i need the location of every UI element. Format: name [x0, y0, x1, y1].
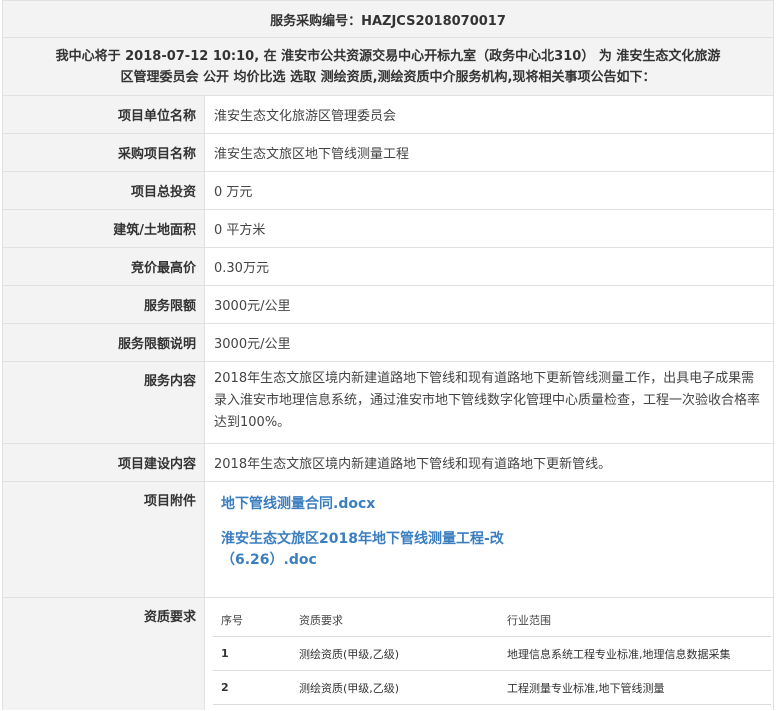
table-cell: 地理信息系统工程专业标准,地理信息数据采集: [499, 636, 771, 671]
row-value: 2018年生态文旅区境内新建道路地下管线和现有道路地下更新管线测量工作，出具电子…: [214, 371, 761, 430]
notice-text: 我中心将于 2018-07-12 10:10, 在 淮安市公共资源交易中心开标九…: [3, 38, 773, 96]
row-label: 项目建设内容: [3, 444, 205, 481]
table-cell: 测绘资质(甲级,乙级): [291, 670, 499, 705]
attachment-list: 地下管线测量合同.docx 淮安生态文旅区2018年地下管线测量工程-改 （6.…: [205, 482, 773, 571]
column-header: 行业范围: [499, 603, 771, 637]
row-label: 竞价最高价: [3, 248, 205, 285]
row-value: 0 万元: [214, 185, 253, 200]
column-header: 资质要求: [291, 603, 499, 637]
row-area: 建筑/土地面积 0 平方米: [3, 210, 773, 248]
table-cell: 1: [213, 636, 291, 671]
attachment-link-line-1: 淮安生态文旅区2018年地下管线测量工程-改: [221, 531, 504, 547]
row-value: 3000元/公里: [214, 337, 291, 352]
row-label: 服务限额说明: [3, 324, 205, 361]
attachment-link-contract[interactable]: 地下管线测量合同.docx: [221, 494, 773, 515]
row-service-limit: 服务限额 3000元/公里: [3, 286, 773, 324]
table-cell: 2: [213, 670, 291, 705]
row-value: 3000元/公里: [214, 299, 291, 314]
row-value: 淮安生态文旅区地下管线测量工程: [214, 147, 410, 162]
column-header: 序号: [213, 603, 291, 637]
row-label: 项目附件: [3, 482, 205, 597]
row-value: 0.30万元: [214, 261, 269, 276]
row-label: 建筑/土地面积: [3, 210, 205, 247]
row-label: 服务内容: [3, 362, 205, 443]
table-cell: 工程测量专业标准,地下管线测量: [499, 670, 771, 705]
table-row: 1 测绘资质(甲级,乙级) 地理信息系统工程专业标准,地理信息数据采集: [213, 636, 771, 671]
procurement-number-title: 服务采购编号：HAZJCS2018070017: [3, 0, 773, 38]
row-label: 项目总投资: [3, 172, 205, 209]
row-label: 资质要求: [3, 598, 205, 710]
row-value: 淮安生态文化旅游区管理委员会: [214, 109, 397, 124]
row-value: 2018年生态文旅区境内新建道路地下管线和现有道路地下更新管线。: [214, 457, 612, 472]
notice-line-2: 区管理委员会 公开 均价比选 选取 测绘资质,测绘资质中介服务机构,现将相关事项…: [120, 69, 656, 85]
row-max-price: 竞价最高价 0.30万元: [3, 248, 773, 286]
row-label: 采购项目名称: [3, 134, 205, 171]
row-service-limit-note: 服务限额说明 3000元/公里: [3, 324, 773, 362]
row-project-name: 采购项目名称 淮安生态文旅区地下管线测量工程: [3, 134, 773, 172]
row-label: 项目单位名称: [3, 96, 205, 133]
row-service-content: 服务内容 2018年生态文旅区境内新建道路地下管线和现有道路地下更新管线测量工作…: [3, 362, 773, 444]
row-construction-content: 项目建设内容 2018年生态文旅区境内新建道路地下管线和现有道路地下更新管线。: [3, 444, 773, 482]
row-value: 0 平方米: [214, 223, 266, 238]
row-total-investment: 项目总投资 0 万元: [3, 172, 773, 210]
announcement-panel: 服务采购编号：HAZJCS2018070017 我中心将于 2018-07-12…: [2, 0, 774, 710]
table-header-row: 序号 资质要求 行业范围: [213, 603, 771, 637]
attachment-link-project-doc[interactable]: 淮安生态文旅区2018年地下管线测量工程-改 （6.26）.doc: [221, 529, 773, 571]
row-qualification: 资质要求 序号 资质要求 行业范围 1 测绘资质(甲级,乙级) 地理信息系统工程…: [3, 598, 773, 710]
notice-line-1: 我中心将于 2018-07-12 10:10, 在 淮安市公共资源交易中心开标九…: [55, 48, 721, 64]
row-project-unit: 项目单位名称 淮安生态文化旅游区管理委员会: [3, 96, 773, 134]
attachment-link-line-2: （6.26）.doc: [221, 552, 317, 568]
qualification-table: 序号 资质要求 行业范围 1 测绘资质(甲级,乙级) 地理信息系统工程专业标准,…: [213, 603, 771, 705]
table-cell: 测绘资质(甲级,乙级): [291, 636, 499, 671]
row-attachments: 项目附件 地下管线测量合同.docx 淮安生态文旅区2018年地下管线测量工程-…: [3, 482, 773, 598]
row-label: 服务限额: [3, 286, 205, 323]
table-row: 2 测绘资质(甲级,乙级) 工程测量专业标准,地下管线测量: [213, 670, 771, 705]
